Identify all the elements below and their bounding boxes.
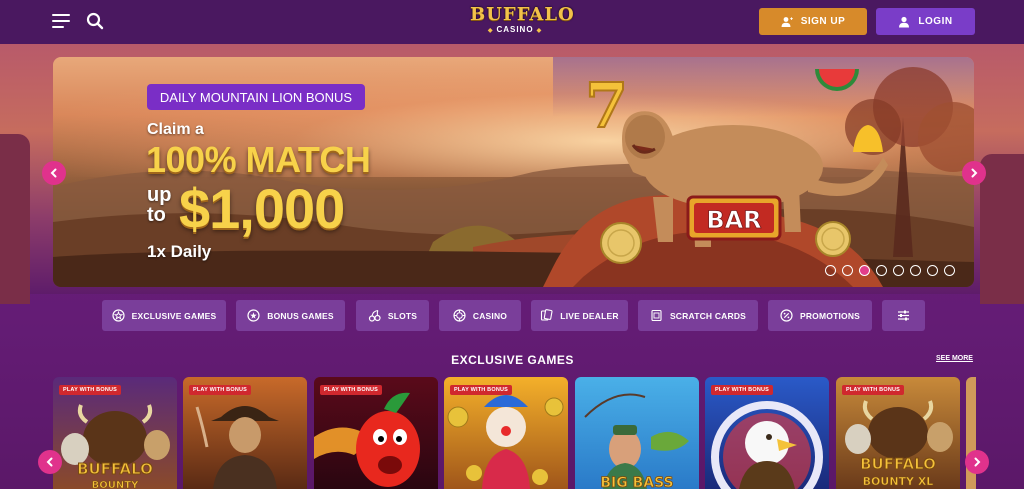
play-with-bonus-badge: PLAY WITH BONUS <box>450 385 513 395</box>
chevron-right-icon <box>971 168 978 178</box>
category-label: SCRATCH CARDS <box>669 310 747 321</box>
category-live-dealer[interactable]: LIVE DEALER <box>531 300 628 331</box>
play-with-bonus-badge: PLAY WITH BONUS <box>320 385 383 395</box>
banner-dot[interactable] <box>842 265 853 276</box>
svg-text:BAR: BAR <box>706 206 761 234</box>
logo-wordmark: BUFFALO <box>470 4 575 25</box>
chip-icon <box>453 309 466 322</box>
promo-tag: DAILY MOUNTAIN LION BONUS <box>147 84 365 110</box>
game-tile-clown[interactable]: PLAY WITH BONUS <box>444 377 568 489</box>
category-slots[interactable]: SLOTS <box>356 300 429 331</box>
category-casino[interactable]: CASINO <box>439 300 521 331</box>
promo-amount: $1,000 <box>179 177 345 240</box>
banner-dot[interactable] <box>876 265 887 276</box>
game-artwork: BIG BASS <box>584 393 689 489</box>
promo-claim-text: Claim a <box>147 121 204 138</box>
category-label: SLOTS <box>387 310 418 321</box>
promo-up-to-text: up to <box>147 184 172 226</box>
chevron-left-icon <box>46 457 53 467</box>
svg-text:BUFFALO: BUFFALO <box>860 455 936 473</box>
site-header: BUFFALO CASINO SIGN UP LOGIN <box>0 0 1024 44</box>
category-label: CASINO <box>472 310 508 321</box>
play-with-bonus-badge: PLAY WITH BONUS <box>59 385 122 395</box>
chevron-right-icon <box>974 457 981 467</box>
category-label: LIVE DEALER <box>560 310 619 321</box>
login-label: LOGIN <box>918 16 953 27</box>
banner-pagination <box>825 265 955 276</box>
search-icon[interactable] <box>86 12 104 30</box>
cards-icon <box>541 309 553 321</box>
play-with-bonus-badge: PLAY WITH BONUS <box>842 385 905 395</box>
game-tile-eagle[interactable]: PLAY WITH BONUS <box>705 377 829 489</box>
games-next-button[interactable] <box>965 450 989 474</box>
banner-next-button[interactable] <box>962 161 986 185</box>
filter-sliders-icon <box>898 310 909 321</box>
backdrop-rock-left <box>0 134 30 304</box>
bar-symbol: BAR <box>686 195 782 241</box>
category-scratch-cards[interactable]: SCRATCH CARDS <box>638 300 758 331</box>
desert-tree <box>845 67 974 257</box>
gold-coin <box>815 221 851 257</box>
category-promotions[interactable]: PROMOTIONS <box>768 300 872 331</box>
lucky-seven-symbol: 7 <box>585 69 628 142</box>
promo-match-headline: 100% MATCH <box>146 139 371 180</box>
hero-banner[interactable]: DAILY MOUNTAIN LION BONUS Claim a 100% M… <box>53 57 974 287</box>
user-plus-icon <box>781 16 793 27</box>
game-tile-big-bass[interactable]: BIG BASS <box>575 377 699 489</box>
play-with-bonus-badge: PLAY WITH BONUS <box>711 385 774 395</box>
star-badge-icon <box>112 309 125 322</box>
category-bonus-games[interactable]: BONUS GAMES <box>236 300 345 331</box>
section-title: EXCLUSIVE GAMES <box>451 353 574 367</box>
user-icon <box>899 16 910 27</box>
category-exclusive-games[interactable]: EXCLUSIVE GAMES <box>102 300 226 331</box>
category-filter-button[interactable] <box>882 300 925 331</box>
banner-dot[interactable] <box>944 265 955 276</box>
games-prev-button[interactable] <box>38 450 62 474</box>
backdrop-rock-right <box>980 154 1024 304</box>
buffalo-casino-logo[interactable]: BUFFALO CASINO <box>470 4 575 39</box>
percent-icon <box>780 309 793 322</box>
game-tile-chili-pepper[interactable]: PLAY WITH BONUS <box>314 377 438 489</box>
hamburger-icon[interactable] <box>52 14 70 28</box>
svg-text:BOUNTY: BOUNTY <box>92 480 139 489</box>
cherries-icon <box>368 309 381 322</box>
banner-dot[interactable] <box>927 265 938 276</box>
promo-frequency: 1x Daily <box>147 242 212 261</box>
login-button[interactable]: LOGIN <box>876 8 975 35</box>
logo-subtitle: CASINO <box>470 25 560 36</box>
mountain-lion-artwork: 7 BAR <box>543 67 974 287</box>
game-tile-buffalo-bounty-xl[interactable]: BUFFALO BOUNTY XL PLAY WITH BONUS <box>836 377 960 489</box>
svg-text:BUFFALO: BUFFALO <box>77 460 153 478</box>
chevron-left-icon <box>50 168 57 178</box>
ticket-icon <box>651 309 662 322</box>
sign-up-button[interactable]: SIGN UP <box>759 8 867 35</box>
svg-text:BOUNTY XL: BOUNTY XL <box>863 475 934 488</box>
play-with-bonus-badge: PLAY WITH BONUS <box>189 385 252 395</box>
banner-prev-button[interactable] <box>42 161 66 185</box>
svg-text:BIG BASS: BIG BASS <box>600 475 673 489</box>
category-label: EXCLUSIVE GAMES <box>131 310 217 321</box>
gold-coin <box>600 222 642 264</box>
star-circle-icon <box>247 309 260 322</box>
category-label: PROMOTIONS <box>799 310 861 321</box>
banner-dot[interactable] <box>825 265 836 276</box>
category-label: BONUS GAMES <box>267 310 334 321</box>
sign-up-label: SIGN UP <box>800 16 846 27</box>
banner-dot-active[interactable] <box>859 265 870 276</box>
see-more-link[interactable]: SEE MORE <box>936 355 973 362</box>
banner-dot[interactable] <box>893 265 904 276</box>
game-tile-buffalo-bounty[interactable]: BUFFALO BOUNTY PLAY WITH BONUS <box>53 377 177 489</box>
banner-dot[interactable] <box>910 265 921 276</box>
game-tile-cowboy[interactable]: PLAY WITH BONUS <box>183 377 307 489</box>
